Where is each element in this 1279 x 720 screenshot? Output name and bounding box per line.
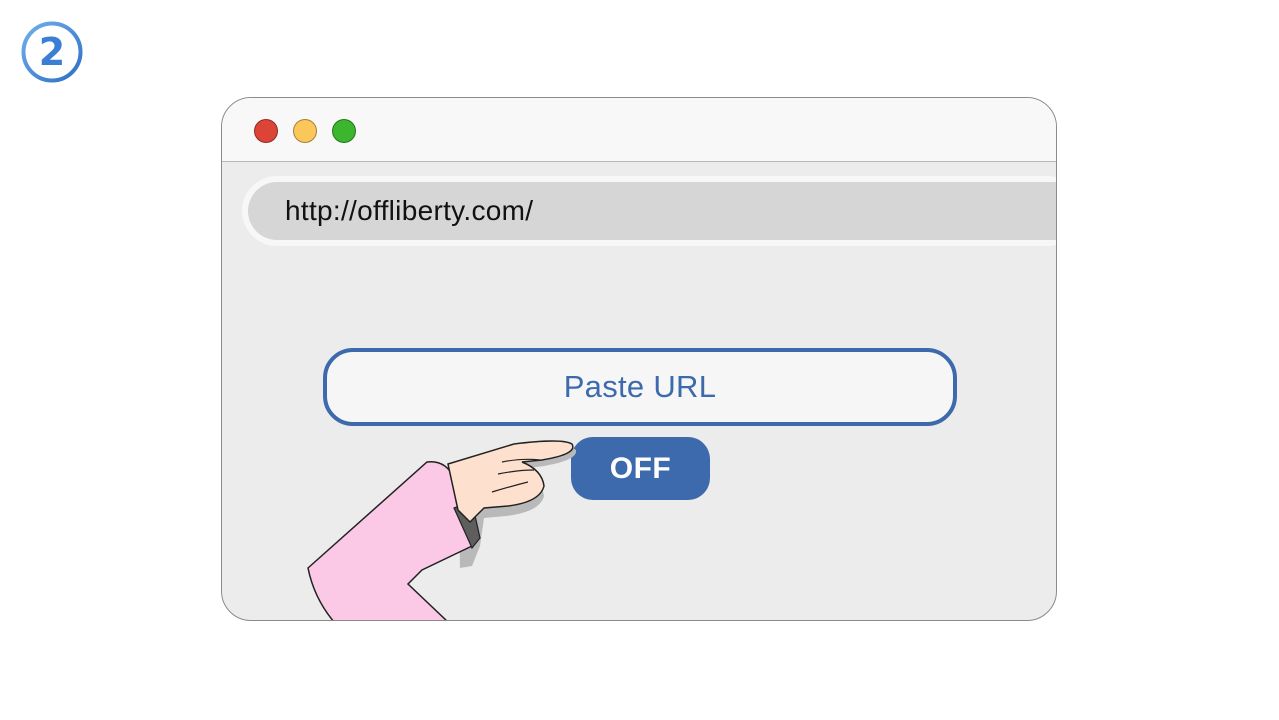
hand xyxy=(447,440,574,524)
address-url: http://offliberty.com/ xyxy=(285,195,534,226)
step-badge: 2 xyxy=(21,21,83,83)
close-window-button[interactable] xyxy=(254,119,278,143)
tutorial-stage: 2 http://offliberty.com/ Paste URL OFF xyxy=(0,0,1279,720)
title-bar xyxy=(222,98,1056,162)
minimize-window-button[interactable] xyxy=(293,119,317,143)
cuff xyxy=(453,501,481,550)
browser-window: http://offliberty.com/ Paste URL OFF xyxy=(221,97,1057,621)
paste-url-input[interactable]: Paste URL xyxy=(323,348,957,426)
step-number: 2 xyxy=(38,30,66,74)
hand-shadow xyxy=(458,446,577,568)
sleeve xyxy=(307,461,473,620)
paste-url-placeholder: Paste URL xyxy=(563,369,717,404)
off-button[interactable]: OFF xyxy=(571,437,710,500)
off-button-label: OFF xyxy=(609,451,672,485)
address-bar-field[interactable]: http://offliberty.com/ xyxy=(248,182,1056,240)
maximize-window-button[interactable] xyxy=(332,119,356,143)
address-bar[interactable]: http://offliberty.com/ xyxy=(242,176,1056,246)
